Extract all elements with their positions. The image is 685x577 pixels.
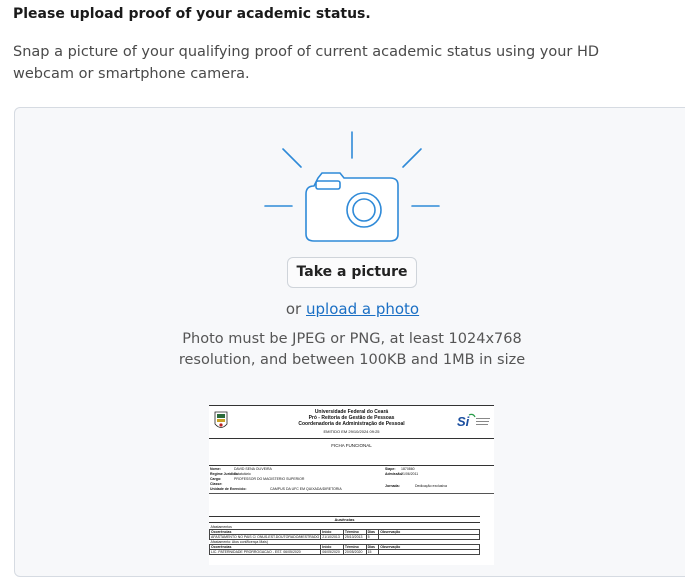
doc-section-title: Ausências [209, 516, 480, 523]
take-picture-button[interactable]: Take a picture [287, 257, 417, 288]
si-logo-icon: Si [457, 413, 490, 429]
university-crest-icon [214, 411, 228, 428]
document-header: Universidade Federal do Ceará Pró - Reit… [209, 405, 494, 439]
upload-photo-link[interactable]: upload a photo [306, 300, 419, 318]
doc-field: Admissão: 21/06/2011 [385, 472, 419, 476]
svg-text:Si: Si [457, 414, 470, 429]
doc-field: Classe: [210, 482, 223, 486]
upload-alternative: or upload a photo [0, 300, 685, 318]
page-heading: Please upload proof of your academic sta… [13, 6, 371, 22]
doc-field: Nome: DAVID SENA OLIVEIRA [210, 467, 272, 471]
doc-fields: Nome: DAVID SENA OLIVEIRA Regime Jurídic… [209, 465, 494, 494]
photo-requirements: Photo must be JPEG or PNG, at least 1024… [178, 331, 526, 368]
or-text: or [285, 300, 302, 318]
doc-field: Regime Jurídico: Estatutário [210, 472, 251, 476]
doc-field: Siape: 1870860 [385, 467, 415, 471]
doc-form-title: FICHA FUNCIONAL [331, 443, 372, 448]
document-preview: Universidade Federal do Ceará Pró - Reit… [209, 405, 494, 565]
doc-field: Unidade de Exercício: CAMPUS DA UFC EM Q… [210, 487, 342, 491]
absences-table: Afastamentos Ocorrências Início Término … [209, 525, 480, 555]
table-row: LIC. PATERNIDADE PRORROGACAO - EST. 06/0… [209, 549, 480, 555]
doc-field: Jornada: Dedicação exclusiva [385, 484, 447, 488]
camera-icon [264, 131, 440, 242]
doc-header-line-3: Coordenadoria de Administração de Pessoa… [298, 421, 405, 427]
doc-emitted: EMITIDO EM 29/10/2024 09:25 [323, 429, 380, 434]
instructions-text: Snap a picture of your qualifying proof … [13, 44, 600, 82]
doc-field: Cargo: PROFESSOR DO MAGISTERIO SUPERIOR [210, 477, 305, 481]
